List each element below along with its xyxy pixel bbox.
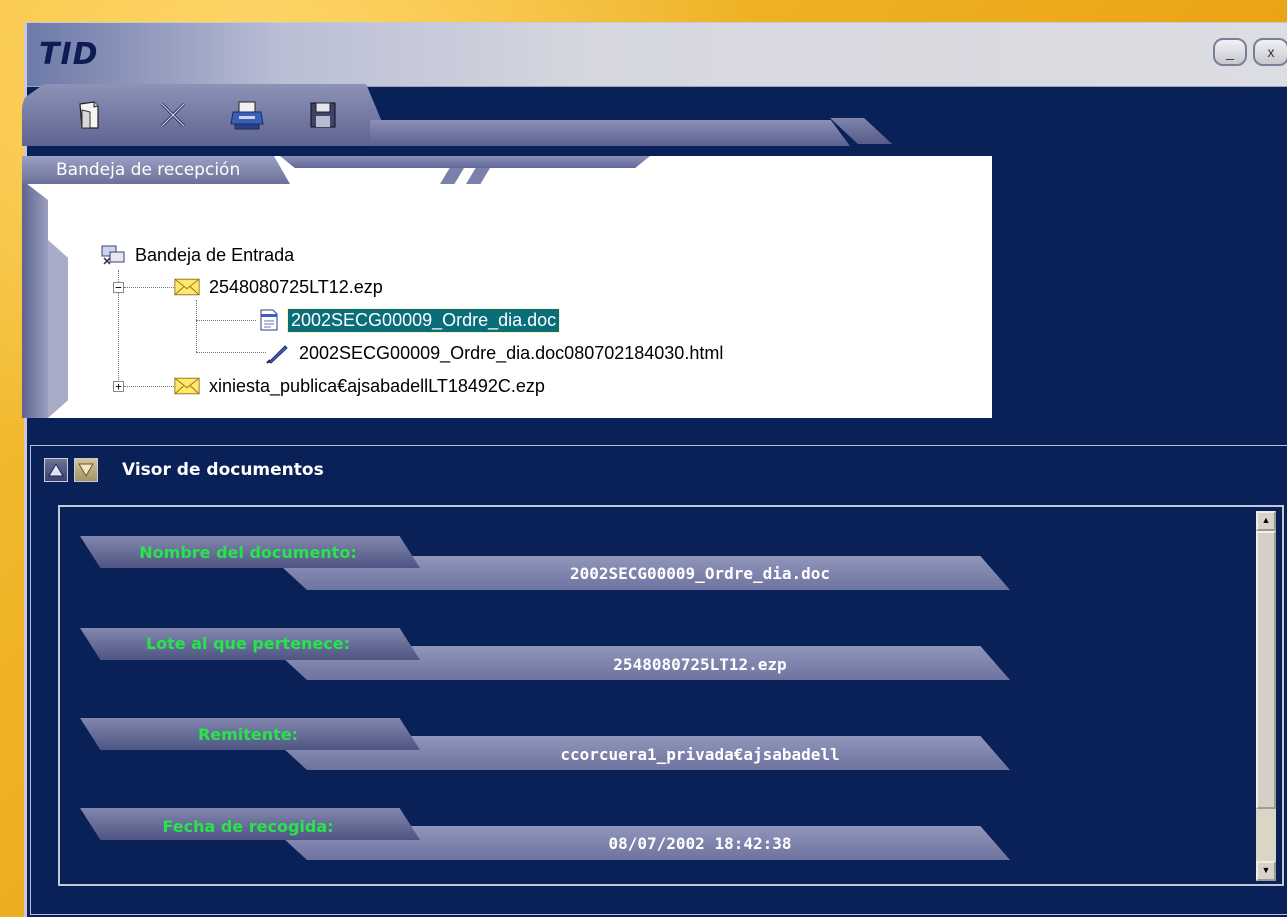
toolbar-rail: [370, 120, 850, 146]
rail-stripe: [440, 168, 464, 184]
inbox-tray-icon: [100, 244, 126, 266]
viewer-title: Visor de documentos: [122, 460, 324, 480]
close-button[interactable]: x: [1253, 38, 1287, 66]
move-up-button[interactable]: [44, 458, 68, 482]
tree-connector: [124, 386, 176, 387]
field-value: 2002SECG00009_Ordre_dia.doc: [569, 564, 831, 583]
tree-item-label: 2002SECG00009_Ordre_dia.doc: [286, 307, 561, 333]
field-value: 2548080725LT12.ezp: [613, 655, 787, 674]
tree-item-document[interactable]: 2002SECG00009_Ordre_dia.doc: [256, 305, 561, 335]
tree-connector: [196, 300, 197, 352]
collapse-toggle[interactable]: −: [113, 282, 124, 293]
tree-item-label: xiniesta_publica€ajsabadellLT18492C.ezp: [209, 375, 545, 396]
field-label: Fecha de recogida:: [162, 817, 334, 836]
tree-item-lot[interactable]: xiniesta_publica€ajsabadellLT18492C.ezp: [174, 371, 548, 401]
rail-stripe: [466, 168, 490, 184]
tree-item-label: 2002SECG00009_Ordre_dia.doc080702184030.…: [299, 342, 724, 363]
print-icon[interactable]: [228, 96, 266, 134]
vertical-scrollbar[interactable]: ▲ ▼: [1256, 511, 1276, 881]
scroll-down-button[interactable]: ▼: [1256, 861, 1276, 881]
signature-pen-icon: [264, 342, 290, 364]
minimize-button[interactable]: _: [1213, 38, 1247, 66]
move-down-button[interactable]: [74, 458, 98, 482]
tree-item-label: 2548080725LT12.ezp: [209, 276, 383, 297]
open-document-icon[interactable]: [72, 96, 110, 134]
tree-item-label: Bandeja de Entrada: [135, 244, 295, 265]
inbox-header-rail: [280, 156, 650, 168]
field-label: Lote al que pertenece:: [145, 634, 351, 653]
field-label: Nombre del documento:: [139, 543, 357, 562]
field-value: 08/07/2002 18:42:38: [608, 834, 792, 853]
inbox-panel-frame: [22, 180, 48, 418]
delete-icon[interactable]: [154, 96, 192, 134]
viewer-header: Visor de documentos: [44, 456, 332, 484]
tree-connector: [196, 352, 266, 353]
expand-toggle[interactable]: +: [113, 381, 124, 392]
document-icon: [256, 309, 282, 331]
arrow-down-icon: [78, 463, 94, 477]
title-bar[interactable]: TID _ x: [27, 23, 1287, 87]
tree-item-signature-file[interactable]: 2002SECG00009_Ordre_dia.doc080702184030.…: [264, 338, 726, 368]
arrow-up-icon: [48, 463, 64, 477]
tree-item-lot[interactable]: 2548080725LT12.ezp: [174, 272, 386, 302]
app-title: TID: [39, 37, 99, 72]
tree-connector: [124, 287, 176, 288]
scroll-up-button[interactable]: ▲: [1256, 511, 1276, 531]
field-label: Remitente:: [197, 725, 299, 744]
tree-item-bandeja-entrada[interactable]: Bandeja de Entrada: [100, 240, 297, 270]
tree-connector: [196, 320, 256, 321]
field-value: ccorcuera1_privada€ajsabadell: [560, 745, 840, 764]
inbox-panel-frame-inner: [48, 240, 68, 418]
save-icon[interactable]: [304, 96, 342, 134]
scroll-thumb[interactable]: [1256, 531, 1276, 809]
envelope-icon: [174, 276, 200, 298]
inbox-tab-label: Bandeja de recepción: [56, 160, 241, 180]
envelope-icon: [174, 375, 200, 397]
inbox-header: Bandeja de recepción: [22, 156, 652, 186]
